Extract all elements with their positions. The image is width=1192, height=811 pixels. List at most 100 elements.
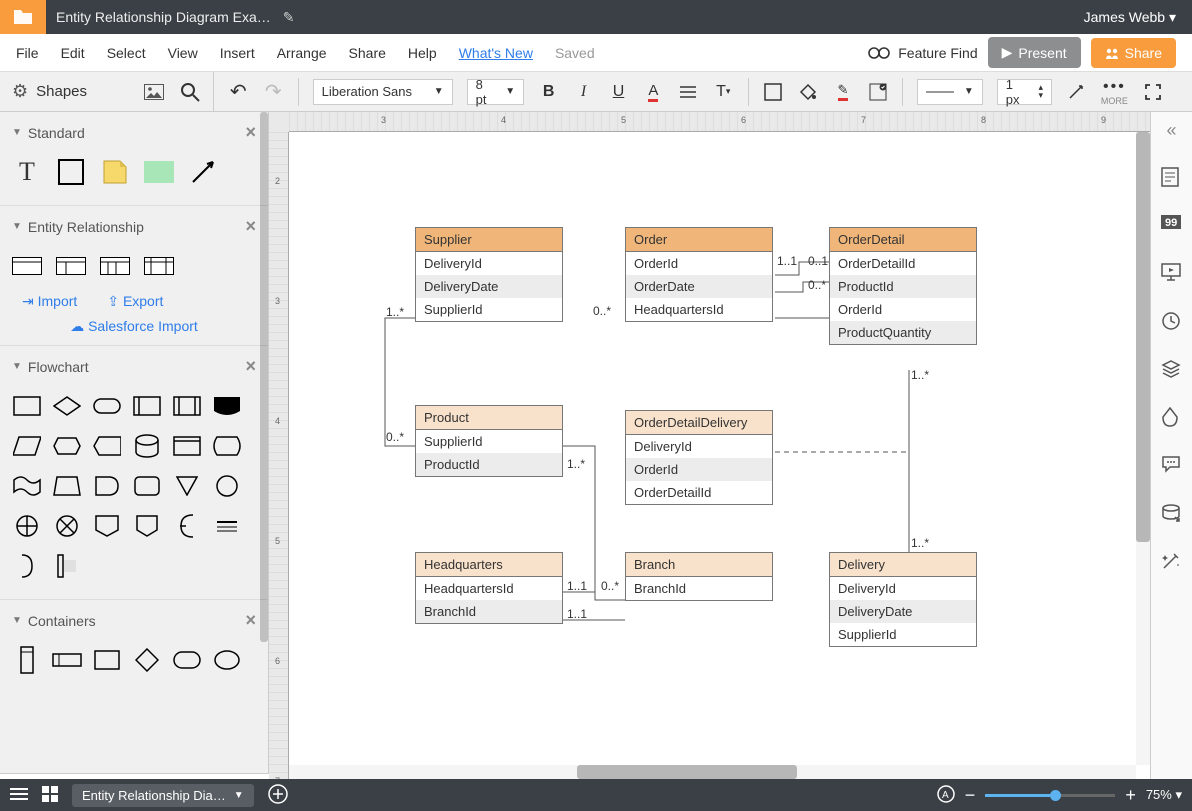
font-color-icon[interactable]: A <box>643 81 664 103</box>
text-tool-icon[interactable]: T▾ <box>713 81 734 103</box>
fc-shape[interactable] <box>132 431 162 461</box>
redo-icon[interactable]: ↷ <box>263 81 284 103</box>
er-shape-2[interactable] <box>56 251 86 281</box>
presentation-icon[interactable] <box>1161 263 1183 285</box>
entity-headquarters[interactable]: Headquarters HeadquartersId BranchId <box>415 552 563 624</box>
image-icon[interactable] <box>143 81 165 103</box>
note-shape[interactable] <box>100 157 130 187</box>
share-button[interactable]: Share <box>1091 38 1176 68</box>
grid-view-icon[interactable] <box>42 786 58 805</box>
fc-shape[interactable] <box>172 431 202 461</box>
block-shape[interactable] <box>144 157 174 187</box>
layers-icon[interactable] <box>1161 359 1183 381</box>
fc-shape[interactable] <box>172 471 202 501</box>
align-icon[interactable] <box>678 81 699 103</box>
add-page-icon[interactable] <box>268 784 288 807</box>
undo-icon[interactable]: ↶ <box>228 81 249 103</box>
fc-shape[interactable] <box>212 471 242 501</box>
zoom-out-icon[interactable]: − <box>965 785 976 806</box>
menu-insert[interactable]: Insert <box>220 45 255 61</box>
fc-shape[interactable] <box>172 391 202 421</box>
arrow-shape[interactable] <box>188 157 218 187</box>
fc-shape[interactable] <box>52 391 82 421</box>
fc-shape[interactable] <box>212 431 242 461</box>
menu-arrange[interactable]: Arrange <box>277 45 327 61</box>
fc-shape[interactable] <box>92 431 122 461</box>
fc-shape[interactable] <box>12 431 42 461</box>
font-family-select[interactable]: Liberation Sans▼ <box>313 79 453 105</box>
entity-orderdetail[interactable]: OrderDetail OrderDetailId ProductId Orde… <box>829 227 977 345</box>
er-shape-4[interactable] <box>144 251 174 281</box>
fc-shape[interactable] <box>12 391 42 421</box>
fill-icon[interactable] <box>798 81 819 103</box>
present-button[interactable]: ▶ Present <box>988 37 1081 68</box>
menu-whats-new[interactable]: What's New <box>459 45 533 61</box>
section-containers-header[interactable]: ▼Containers× <box>12 610 256 631</box>
canvas-scrollbar-h[interactable] <box>289 765 1136 779</box>
container-shape[interactable] <box>52 645 82 675</box>
entity-supplier[interactable]: Supplier DeliveryId DeliveryDate Supplie… <box>415 227 563 322</box>
line-width-select[interactable]: 1 px▴▾ <box>997 79 1052 105</box>
auto-zoom-icon[interactable]: A <box>937 785 955 806</box>
close-icon[interactable]: × <box>245 122 256 143</box>
container-shape[interactable] <box>212 645 242 675</box>
panel-scrollbar[interactable] <box>260 112 268 642</box>
fc-shape[interactable] <box>172 511 202 541</box>
entity-product[interactable]: Product SupplierId ProductId <box>415 405 563 477</box>
history-icon[interactable] <box>1161 311 1183 333</box>
font-size-select[interactable]: 8 pt▼ <box>467 79 525 105</box>
fc-shape[interactable] <box>12 551 42 581</box>
zoom-slider[interactable] <box>985 794 1115 797</box>
fc-shape[interactable] <box>132 391 162 421</box>
connector-icon[interactable] <box>1066 81 1087 103</box>
collapse-icon[interactable]: « <box>1166 120 1176 141</box>
comment-icon[interactable] <box>1161 455 1183 477</box>
fullscreen-icon[interactable] <box>1142 81 1164 103</box>
gear-icon[interactable]: ⚙ <box>12 81 28 102</box>
italic-icon[interactable]: I <box>573 81 594 103</box>
menu-help[interactable]: Help <box>408 45 437 61</box>
feature-find[interactable]: Feature Find <box>868 45 977 61</box>
er-shape-1[interactable] <box>12 251 42 281</box>
line-color-icon[interactable]: ✎ <box>833 81 854 103</box>
page-tab[interactable]: Entity Relationship Dia…▼ <box>72 784 254 807</box>
underline-icon[interactable]: U <box>608 81 629 103</box>
section-standard-header[interactable]: ▼Standard× <box>12 122 256 143</box>
fc-shape[interactable] <box>12 471 42 501</box>
zoom-in-icon[interactable]: + <box>1125 785 1136 806</box>
fc-shape[interactable] <box>12 511 42 541</box>
menu-view[interactable]: View <box>168 45 198 61</box>
entity-orderdetaildelivery[interactable]: OrderDetailDelivery DeliveryId OrderId O… <box>625 410 773 505</box>
layout-icon[interactable] <box>867 81 888 103</box>
user-menu[interactable]: James Webb ▾ <box>1084 9 1176 26</box>
menu-edit[interactable]: Edit <box>61 45 85 61</box>
fc-shape[interactable] <box>212 511 242 541</box>
entity-delivery[interactable]: Delivery DeliveryId DeliveryDate Supplie… <box>829 552 977 647</box>
fc-shape[interactable] <box>212 391 242 421</box>
export-link[interactable]: ⇪ Export <box>107 293 163 310</box>
import-link[interactable]: ⇥ Import <box>22 293 77 310</box>
search-icon[interactable] <box>179 81 201 103</box>
fc-shape[interactable] <box>92 511 122 541</box>
entity-branch[interactable]: Branch BranchId <box>625 552 773 601</box>
document-title[interactable]: Entity Relationship Diagram Exa… <box>56 9 271 25</box>
container-shape[interactable] <box>132 645 162 675</box>
line-style-select[interactable]: ▼ <box>917 79 982 105</box>
rect-shape[interactable] <box>56 157 86 187</box>
folder-icon[interactable] <box>0 0 46 34</box>
container-shape[interactable] <box>92 645 122 675</box>
fc-shape[interactable] <box>132 471 162 501</box>
fc-shape[interactable] <box>52 431 82 461</box>
list-view-icon[interactable] <box>10 787 28 804</box>
container-shape[interactable] <box>172 645 202 675</box>
close-icon[interactable]: × <box>245 610 256 631</box>
theme-icon[interactable] <box>1161 407 1183 429</box>
menu-select[interactable]: Select <box>107 45 146 61</box>
fc-shape[interactable] <box>132 511 162 541</box>
close-icon[interactable]: × <box>245 356 256 377</box>
fc-shape[interactable] <box>92 391 122 421</box>
magic-icon[interactable] <box>1161 551 1183 573</box>
fc-shape[interactable] <box>92 471 122 501</box>
text-shape[interactable]: T <box>12 157 42 187</box>
data-icon[interactable] <box>1161 503 1183 525</box>
